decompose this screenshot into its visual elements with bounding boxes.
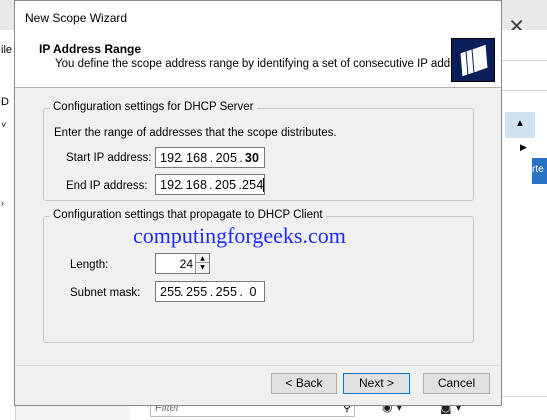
next-button[interactable]: Next >: [343, 373, 410, 394]
stepper-up-icon[interactable]: ▲: [196, 254, 209, 263]
ip-octet[interactable]: 0: [243, 285, 263, 299]
page-title: IP Address Range: [39, 42, 142, 56]
group-legend: Configuration settings for DHCP Server: [50, 101, 257, 113]
background-blue-tile[interactable]: rte: [532, 158, 547, 184]
ip-octet[interactable]: 168: [184, 178, 209, 192]
background-menu-label: ile: [1, 44, 13, 56]
button-separator: [15, 365, 501, 366]
group-legend: Configuration settings that propagate to…: [50, 209, 326, 221]
length-label: Length:: [70, 259, 109, 271]
back-button[interactable]: < Back: [271, 373, 337, 394]
chevron-down-icon[interactable]: ˅: [1, 120, 6, 130]
background-tree-label: D: [1, 96, 9, 108]
ip-octet[interactable]: 168: [184, 151, 210, 165]
stepper-buttons: ▲ ▼: [195, 254, 209, 273]
ip-octet[interactable]: 255: [160, 285, 181, 299]
ip-octet[interactable]: 255: [213, 285, 239, 299]
end-ip-label: End IP address:: [66, 180, 148, 192]
ip-octet[interactable]: 255: [184, 285, 210, 299]
ip-octet[interactable]: 205: [213, 151, 239, 165]
new-scope-wizard-dialog: New Scope Wizard IP Address Range You de…: [14, 0, 502, 406]
triangle-up-icon: ▲: [515, 118, 525, 129]
triangle-right-icon[interactable]: ▶: [520, 142, 527, 153]
length-stepper[interactable]: 24 ▲ ▼: [155, 253, 210, 274]
end-ip-field[interactable]: 192. 168. 205. 254: [155, 174, 265, 195]
range-instruction: Enter the range of addresses that the sc…: [54, 127, 337, 139]
wizard-header: IP Address Range You define the scope ad…: [15, 32, 501, 88]
ip-octet[interactable]: 205: [213, 178, 238, 192]
subnet-mask-label: Subnet mask:: [70, 287, 141, 299]
dialog-title: New Scope Wizard: [25, 11, 128, 25]
dialog-titlebar[interactable]: New Scope Wizard: [15, 1, 501, 32]
start-ip-label: Start IP address:: [66, 152, 152, 164]
folders-icon: [451, 38, 495, 82]
cancel-button[interactable]: Cancel: [423, 373, 490, 394]
page-description: You define the scope address range by id…: [55, 58, 488, 70]
start-ip-field[interactable]: 192. 168. 205. 30: [155, 147, 265, 168]
ip-octet[interactable]: 192: [160, 151, 181, 165]
background-divider: [500, 90, 547, 91]
background-tile-text: rte: [532, 164, 544, 175]
subnet-mask-field[interactable]: 255. 255. 255. 0: [155, 281, 265, 302]
dhcp-server-settings-group: Configuration settings for DHCP Server E…: [43, 101, 474, 201]
background-divider: [500, 60, 547, 61]
text-cursor: [263, 177, 265, 192]
background-actions-pane: [500, 30, 547, 420]
watermark-text: computingforgeeks.com: [133, 223, 346, 248]
chevron-right-icon[interactable]: ›: [1, 198, 4, 208]
length-value[interactable]: 24: [180, 257, 193, 271]
ip-octet[interactable]: 30: [243, 151, 261, 165]
stepper-down-icon[interactable]: ▼: [196, 263, 209, 272]
ip-octet[interactable]: 254: [242, 178, 263, 192]
ip-octet[interactable]: 192: [160, 178, 181, 192]
